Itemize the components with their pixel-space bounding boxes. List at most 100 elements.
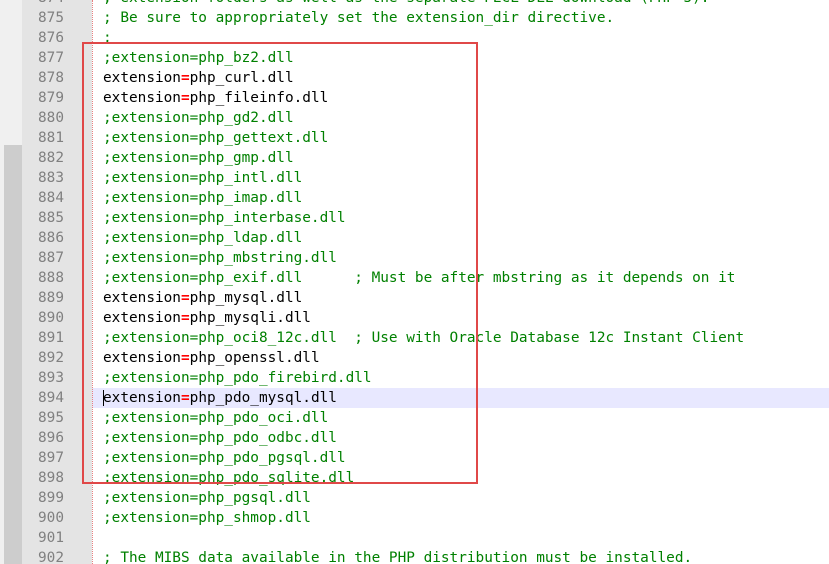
code-line[interactable]: 898 ;extension=php_pdo_sqlite.dll xyxy=(0,468,829,488)
line-text[interactable]: ;extension=php_gd2.dll xyxy=(103,108,294,128)
code-line[interactable]: 883 ;extension=php_intl.dll xyxy=(0,168,829,188)
comment-text: ;extension=php_mbstring.dll xyxy=(103,250,337,266)
code-line[interactable]: 876; xyxy=(0,28,829,48)
comment-text: ; xyxy=(103,30,112,46)
code-line[interactable]: 889 extension=php_mysql.dll xyxy=(0,288,829,308)
code-line[interactable]: 893 ;extension=php_pdo_firebird.dll xyxy=(0,368,829,388)
line-text[interactable]: extension=php_pdo_mysql.dll xyxy=(103,388,337,408)
line-number: 883 xyxy=(38,170,64,186)
line-text[interactable]: ;extension=php_imap.dll xyxy=(103,188,302,208)
code-line[interactable]: 902 ; The MIBS data available in the PHP … xyxy=(0,548,829,564)
line-text[interactable]: ;extension=php_shmop.dll xyxy=(103,508,311,528)
code-line[interactable]: 874 ; extension folders as well as the se… xyxy=(0,0,829,8)
assignment-operator: = xyxy=(180,390,190,406)
line-number: 878 xyxy=(38,70,64,86)
code-line[interactable]: 875 ; Be sure to appropriately set the ex… xyxy=(0,8,829,28)
line-text[interactable]: ;extension=php_pdo_odbc.dll xyxy=(103,428,337,448)
code-line[interactable]: 880 ;extension=php_gd2.dll xyxy=(0,108,829,128)
code-line[interactable]: 886 ;extension=php_ldap.dll xyxy=(0,228,829,248)
code-line[interactable]: 900 ;extension=php_shmop.dll xyxy=(0,508,829,528)
line-text[interactable]: ;extension=php_oci8_12c.dll ; Use with O… xyxy=(103,328,744,348)
code-line[interactable]: 888 ;extension=php_exif.dll ; Must be aft… xyxy=(0,268,829,288)
line-number: 895 xyxy=(38,410,64,426)
line-number: 902 xyxy=(38,550,64,564)
code-line[interactable]: 884 ;extension=php_imap.dll xyxy=(0,188,829,208)
line-text[interactable]: ;extension=php_pdo_oci.dll xyxy=(103,408,328,428)
line-text[interactable]: ;extension=php_ldap.dll xyxy=(103,228,302,248)
comment-text: ;extension=php_pgsql.dll xyxy=(103,490,311,506)
line-text[interactable]: extension=php_mysql.dll xyxy=(103,288,302,308)
code-line[interactable]: 877 ;extension=php_bz2.dll xyxy=(0,48,829,68)
comment-text: ;extension=php_gettext.dll xyxy=(103,130,329,146)
code-line[interactable]: 890 extension=php_mysqli.dll xyxy=(0,308,829,328)
code-line[interactable]: 896 ;extension=php_pdo_odbc.dll xyxy=(0,428,829,448)
code-line[interactable]: 887 ;extension=php_mbstring.dll xyxy=(0,248,829,268)
assignment-operator: = xyxy=(180,290,190,306)
line-number: 874 xyxy=(38,0,70,8)
line-number: 877 xyxy=(38,50,64,66)
line-text[interactable]: extension=php_curl.dll xyxy=(103,68,294,88)
comment-text: ;extension=php_gd2.dll xyxy=(103,110,294,126)
line-number: 876 xyxy=(38,30,64,46)
line-text[interactable]: ; The MIBS data available in the PHP dis… xyxy=(103,548,692,564)
line-number: 884 xyxy=(38,190,64,206)
code-line[interactable]: 892 extension=php_openssl.dll xyxy=(0,348,829,368)
code-lines[interactable]: 874 ; extension folders as well as the se… xyxy=(0,0,829,564)
comment-text: ;extension=php_gmp.dll xyxy=(103,150,294,166)
line-number: 880 xyxy=(38,110,64,126)
code-line[interactable]: 878 extension=php_curl.dll xyxy=(0,68,829,88)
line-number: 894 xyxy=(38,390,64,406)
code-line[interactable]: 894 extension=php_pdo_mysql.dll xyxy=(0,388,829,408)
line-number: 891 xyxy=(38,330,64,346)
line-number: 900 xyxy=(38,510,64,526)
assignment-operator: = xyxy=(180,90,190,106)
line-text[interactable]: extension=php_openssl.dll xyxy=(103,348,320,368)
line-number: 886 xyxy=(38,230,64,246)
setting-value: php_mysql.dll xyxy=(189,290,303,306)
text-caret xyxy=(103,390,104,406)
code-line[interactable]: 882 ;extension=php_gmp.dll xyxy=(0,148,829,168)
setting-key: extension xyxy=(103,90,181,106)
line-text[interactable]: ;extension=php_pgsql.dll xyxy=(103,488,311,508)
code-line[interactable]: 899 ;extension=php_pgsql.dll xyxy=(0,488,829,508)
line-text[interactable]: ;extension=php_intl.dll xyxy=(103,168,302,188)
line-number: 901 xyxy=(38,530,64,546)
line-text[interactable]: ;extension=php_gmp.dll xyxy=(103,148,294,168)
line-text[interactable]: ;extension=php_interbase.dll xyxy=(103,208,346,228)
line-text[interactable]: ;extension=php_pdo_firebird.dll xyxy=(103,368,372,388)
code-line[interactable]: 879 extension=php_fileinfo.dll xyxy=(0,88,829,108)
code-line[interactable]: 885 ;extension=php_interbase.dll xyxy=(0,208,829,228)
comment-text: ;extension=php_ldap.dll xyxy=(103,230,303,246)
line-text[interactable]: ;extension=php_mbstring.dll xyxy=(103,248,337,268)
comment-text: ;extension=php_pdo_odbc.dll xyxy=(103,430,337,446)
comment-text: ;extension=php_imap.dll xyxy=(103,190,303,206)
line-text[interactable]: extension=php_mysqli.dll xyxy=(103,308,311,328)
line-text[interactable]: ; xyxy=(103,28,112,48)
setting-value: php_fileinfo.dll xyxy=(189,90,329,106)
setting-key: extension xyxy=(103,290,181,306)
line-text[interactable]: ; extension folders as well as the separ… xyxy=(103,0,709,8)
assignment-operator: = xyxy=(180,350,190,366)
line-text[interactable]: extension=php_fileinfo.dll xyxy=(103,88,328,108)
comment-text: ;extension=php_pdo_pgsql.dll xyxy=(103,450,346,466)
comment-text: ;extension=php_pdo_firebird.dll xyxy=(103,370,372,386)
line-text[interactable]: ;extension=php_pdo_sqlite.dll xyxy=(103,468,354,488)
code-editor[interactable]: 874 ; extension folders as well as the se… xyxy=(0,0,829,564)
line-number: 888 xyxy=(38,270,64,286)
comment-text: ;extension=php_bz2.dll xyxy=(103,50,294,66)
code-line[interactable]: 881 ;extension=php_gettext.dll xyxy=(0,128,829,148)
setting-value: php_mysqli.dll xyxy=(189,310,311,326)
line-text[interactable]: ;extension=php_pdo_pgsql.dll xyxy=(103,448,346,468)
code-line[interactable]: 901 xyxy=(0,528,829,548)
setting-value: php_pdo_mysql.dll xyxy=(189,390,337,406)
line-text[interactable]: ;extension=php_exif.dll ; Must be after … xyxy=(103,268,735,288)
line-number: 898 xyxy=(38,470,64,486)
code-line[interactable]: 891 ;extension=php_oci8_12c.dll ; Use wit… xyxy=(0,328,829,348)
comment-text: ; The MIBS data available in the PHP dis… xyxy=(103,550,693,564)
comment-text: ;extension=php_interbase.dll xyxy=(103,210,346,226)
line-text[interactable]: ; Be sure to appropriately set the exten… xyxy=(103,8,614,28)
line-text[interactable]: ;extension=php_bz2.dll xyxy=(103,48,294,68)
code-line[interactable]: 897 ;extension=php_pdo_pgsql.dll xyxy=(0,448,829,468)
code-line[interactable]: 895 ;extension=php_pdo_oci.dll xyxy=(0,408,829,428)
line-text[interactable]: ;extension=php_gettext.dll xyxy=(103,128,328,148)
